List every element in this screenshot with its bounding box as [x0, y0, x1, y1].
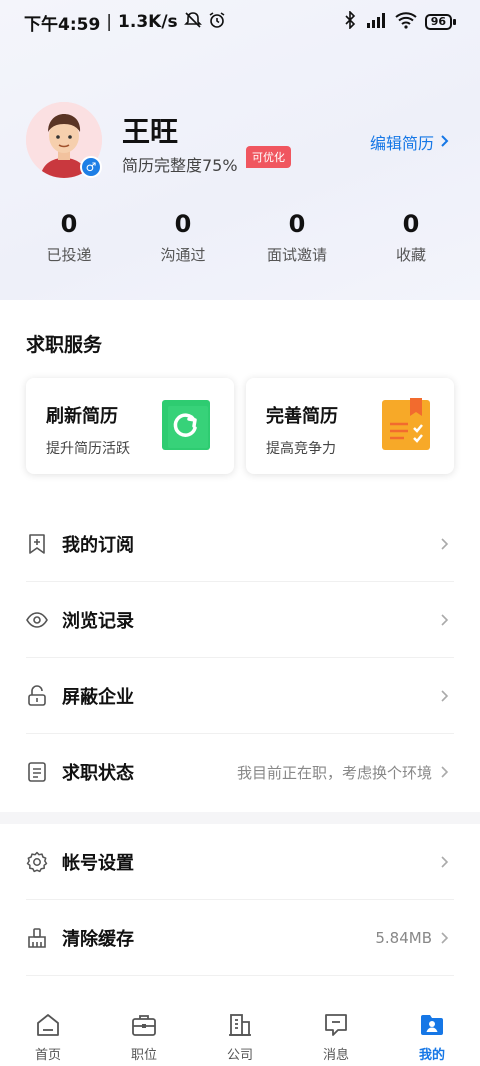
status-bar: 下午4:59 | 1.3K/s 96 [0, 0, 480, 44]
job-status-value: 我目前正在职，考虑换个环境 [236, 763, 432, 782]
stat-value: 0 [60, 210, 78, 238]
nav-jobs[interactable]: 职位 [96, 1000, 192, 1066]
chevron-right-icon [440, 689, 454, 703]
stat-value: 0 [402, 210, 420, 238]
nav-label: 消息 [322, 1048, 349, 1063]
card-subtitle: 提升简历活跃 [46, 441, 130, 457]
menu-label: 帐号设置 [62, 852, 134, 874]
nav-messages[interactable]: 消息 [288, 1000, 384, 1066]
male-gender-icon: ♂ [80, 156, 102, 178]
status-time: 下午4:59 [24, 14, 101, 35]
nav-label: 我的 [418, 1048, 445, 1063]
menu-item-clear-cache[interactable]: 清除缓存 5.84MB [26, 900, 454, 976]
battery-icon: 96 [424, 14, 456, 30]
nav-label: 首页 [34, 1048, 61, 1063]
stat-interview[interactable]: 0 面试邀请 [240, 210, 354, 265]
home-icon [35, 1012, 61, 1038]
card-title: 刷新简历 [46, 406, 118, 427]
nav-home[interactable]: 首页 [0, 1000, 96, 1066]
mute-bell-icon [183, 11, 202, 34]
stat-label: 收藏 [395, 246, 426, 264]
section-divider [0, 812, 480, 824]
chevron-right-icon [440, 133, 450, 152]
chevron-right-icon [440, 931, 454, 945]
edit-resume-label: 编辑简历 [369, 134, 434, 153]
bookmark-icon [26, 533, 48, 555]
menu-label: 求职状态 [62, 763, 134, 784]
resume-completeness: 简历完整度75% [122, 156, 238, 175]
menu-item-job-status[interactable]: 求职状态 我目前正在职，考虑换个环境 [26, 734, 454, 810]
services-title: 求职服务 [26, 334, 103, 356]
document-icon [26, 761, 48, 783]
briefcase-icon [131, 1012, 157, 1038]
menu-label: 清除缓存 [62, 928, 134, 950]
menu-label: 浏览记录 [62, 610, 134, 632]
nav-profile[interactable]: 我的 [384, 1000, 480, 1066]
stat-favorites[interactable]: 0 收藏 [354, 210, 468, 265]
profile-icon [419, 1012, 445, 1038]
notebook-icon [380, 398, 432, 452]
bottom-nav: 首页 职位 公司 消息 我的 [0, 1000, 480, 1066]
stat-communicated[interactable]: 0 沟通过 [126, 210, 240, 265]
bluetooth-icon [343, 9, 357, 34]
menu-item-history[interactable]: 浏览记录 [26, 582, 454, 658]
edit-resume-link[interactable]: 编辑简历 [370, 130, 450, 154]
stat-value: 0 [288, 210, 306, 238]
nav-companies[interactable]: 公司 [192, 1000, 288, 1066]
chevron-right-icon [440, 613, 454, 627]
gear-icon [26, 851, 48, 873]
refresh-resume-card[interactable]: 刷新简历 提升简历活跃 [26, 378, 234, 474]
eye-icon [26, 609, 48, 631]
optimize-badge: 可优化 [246, 146, 291, 168]
chevron-right-icon [440, 855, 454, 869]
stat-label: 沟通过 [160, 246, 206, 264]
network-speed: 1.3K/s [118, 12, 178, 32]
card-title: 完善简历 [266, 406, 338, 427]
alarm-icon [208, 11, 226, 34]
nav-label: 职位 [130, 1048, 157, 1063]
chevron-right-icon [440, 537, 454, 551]
card-subtitle: 提高竞争力 [266, 441, 336, 457]
building-icon [227, 1012, 253, 1038]
message-icon [323, 1012, 349, 1038]
menu-item-blocked-companies[interactable]: 屏蔽企业 [26, 658, 454, 734]
stats-row: 0 已投递 0 沟通过 0 面试邀请 0 收藏 [0, 210, 480, 265]
user-name: 王旺 [122, 115, 179, 148]
wifi-icon [395, 11, 417, 34]
menu-label: 我的订阅 [62, 534, 134, 556]
lock-icon [26, 684, 48, 707]
refresh-icon [160, 398, 212, 452]
nav-label: 公司 [226, 1048, 253, 1063]
stat-label: 面试邀请 [266, 246, 327, 264]
complete-resume-card[interactable]: 完善简历 提高竞争力 [246, 378, 454, 474]
stat-label: 已投递 [46, 246, 92, 264]
menu-item-account-settings[interactable]: 帐号设置 [26, 824, 454, 900]
chevron-right-icon [440, 765, 454, 779]
broom-icon [26, 927, 48, 949]
menu-item-subscriptions[interactable]: 我的订阅 [26, 506, 454, 582]
signal-icon [365, 11, 387, 34]
stat-delivered[interactable]: 0 已投递 [12, 210, 126, 265]
stat-value: 0 [174, 210, 192, 238]
menu-label: 屏蔽企业 [62, 686, 134, 708]
cache-size: 5.84MB [375, 928, 432, 947]
